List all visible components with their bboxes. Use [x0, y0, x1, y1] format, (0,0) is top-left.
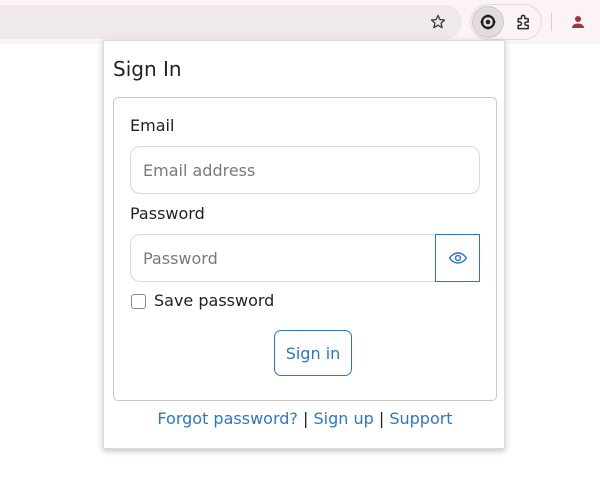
signin-popup: Sign In Email Password Save password Sig…	[103, 40, 505, 449]
eye-icon	[448, 252, 467, 264]
signin-card: Email Password Save password Sign in	[113, 97, 497, 401]
profile-icon[interactable]	[564, 8, 592, 36]
support-link[interactable]: Support	[389, 409, 452, 428]
password-label: Password	[130, 204, 205, 223]
footer-links: Forgot password? | Sign up | Support	[104, 409, 506, 428]
address-bar[interactable]	[0, 5, 462, 39]
puzzle-icon[interactable]	[510, 8, 538, 36]
password-input[interactable]	[130, 234, 436, 282]
save-password-checkbox[interactable]	[131, 294, 146, 309]
popup-title: Sign In	[113, 57, 182, 81]
link-separator: |	[378, 409, 385, 428]
extension-icon[interactable]	[472, 6, 504, 38]
signup-link[interactable]: Sign up	[313, 409, 373, 428]
toolbar-separator	[551, 13, 552, 31]
star-icon[interactable]	[424, 8, 452, 36]
show-password-button[interactable]	[435, 234, 480, 282]
browser-toolbar	[0, 0, 600, 44]
save-password-label: Save password	[154, 291, 275, 310]
email-label: Email	[130, 116, 175, 135]
link-separator: |	[302, 409, 309, 428]
email-input[interactable]	[130, 146, 480, 194]
signin-button[interactable]: Sign in	[274, 330, 352, 376]
forgot-password-link[interactable]: Forgot password?	[157, 409, 297, 428]
